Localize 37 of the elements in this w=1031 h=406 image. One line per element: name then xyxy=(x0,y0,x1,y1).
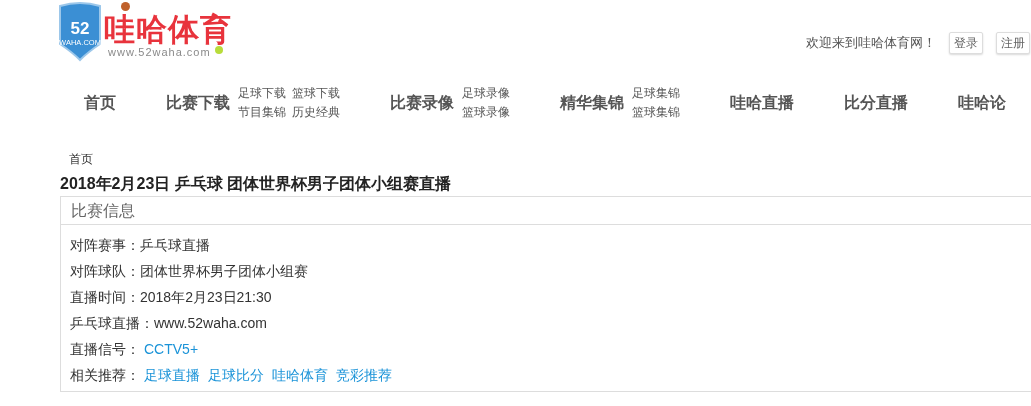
nav-link[interactable]: 首页 xyxy=(84,90,116,115)
info-label: 对阵赛事： xyxy=(70,235,140,255)
info-value: 乒乓球直播 xyxy=(140,235,210,255)
nav-sublink[interactable]: 足球录像 xyxy=(462,85,510,101)
nav-link[interactable]: 哇哈论 xyxy=(958,90,1006,115)
logo-url: www.52waha.com xyxy=(108,46,211,58)
info-label: 直播信号： xyxy=(70,339,140,359)
info-link[interactable]: 哇哈体育 xyxy=(272,364,328,386)
header-button[interactable]: 注册 xyxy=(996,32,1030,54)
nav-sublink[interactable]: 足球集锦 xyxy=(632,85,680,101)
header-button[interactable]: 登录 xyxy=(949,32,983,54)
info-label: 对阵球队： xyxy=(70,261,140,281)
nav-sublink[interactable]: 足球下载 xyxy=(238,85,286,101)
info-label: 相关推荐： xyxy=(70,365,140,385)
info-link[interactable]: 足球比分 xyxy=(208,364,264,386)
nav-link[interactable]: 比赛录像 xyxy=(390,90,454,115)
panel-heading: 比赛信息 xyxy=(71,200,135,221)
nav-sublink[interactable]: 篮球下载 xyxy=(292,85,340,101)
breadcrumb-link[interactable]: 首页 xyxy=(69,150,93,168)
nav-sublink[interactable]: 节目集锦 xyxy=(238,104,286,120)
nav-sublink[interactable]: 历史经典 xyxy=(292,104,340,120)
info-value: 2018年2月23日21:30 xyxy=(140,287,272,307)
page-title: 2018年2月23日 乒乓球 团体世界杯男子团体小组赛直播 xyxy=(60,173,452,194)
nav-link[interactable]: 精华集锦 xyxy=(560,90,624,115)
info-link[interactable]: 竞彩推荐 xyxy=(336,364,392,386)
nav-sublink[interactable]: 篮球集锦 xyxy=(632,104,680,120)
info-link[interactable]: 足球直播 xyxy=(144,364,200,386)
nav-link[interactable]: 比分直播 xyxy=(844,90,908,115)
info-label: 直播时间： xyxy=(70,287,140,307)
nav-link[interactable]: 哇哈直播 xyxy=(730,90,794,115)
info-value: www.52waha.com xyxy=(154,313,267,333)
nav-link[interactable]: 比赛下载 xyxy=(166,90,230,115)
nav-sublink[interactable]: 篮球录像 xyxy=(462,104,510,120)
info-value: 团体世界杯男子团体小组赛 xyxy=(140,261,308,281)
welcome-text: 欢迎来到哇哈体育网！ xyxy=(806,34,936,53)
info-label: 乒乓球直播： xyxy=(70,313,154,333)
logo-name: 哇哈体育 xyxy=(104,14,232,46)
